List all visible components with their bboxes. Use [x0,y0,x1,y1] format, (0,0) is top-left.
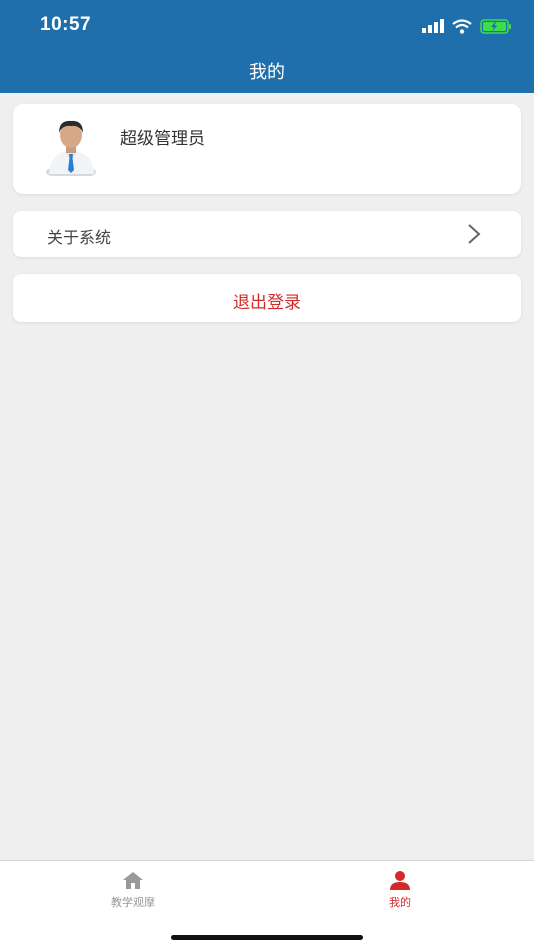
wifi-icon [452,18,472,34]
avatar [46,120,96,176]
page-title: 我的 [249,62,285,83]
tab-label: 我的 [389,896,411,909]
status-bar: 10:57 [0,0,534,50]
about-system-label: 关于系统 [47,228,112,247]
logout-button[interactable]: 退出登录 [13,274,521,322]
tab-mine[interactable]: 我的 [350,871,450,910]
tab-label: 教学观摩 [111,896,155,909]
battery-icon [480,18,511,34]
signal-icon [422,19,444,33]
tab-teaching-observation[interactable]: 教学观摩 [83,871,183,910]
app-header: 10:57 我的 [0,0,534,93]
home-indicator [171,935,363,940]
about-system-item[interactable]: 关于系统 [13,211,521,257]
user-name: 超级管理员 [120,129,205,149]
logout-label: 退出登录 [233,293,301,313]
chevron-right-icon [468,224,481,244]
person-icon [390,871,410,890]
profile-card: 超级管理员 [13,104,521,194]
home-icon [123,872,143,889]
status-time: 10:57 [40,14,92,35]
status-icons [422,16,512,36]
